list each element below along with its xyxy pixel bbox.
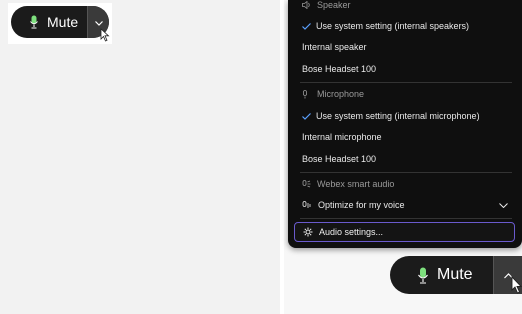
mute-control-large: Mute — [390, 256, 522, 294]
mouse-pointer-icon — [100, 28, 110, 47]
microphone-option-internal[interactable]: Internal microphone — [288, 128, 522, 146]
mouse-pointer-icon — [511, 275, 522, 299]
microphone-option-label: Internal microphone — [302, 132, 382, 142]
speaker-option-label: Bose Headset 100 — [302, 64, 377, 74]
smart-audio-header: Webex smart audio — [288, 176, 522, 192]
checkmark-icon — [302, 112, 316, 120]
optimize-label: Optimize for my voice — [318, 200, 405, 210]
speaker-header: Speaker — [288, 0, 522, 10]
speaker-header-label: Speaker — [317, 0, 351, 10]
microphone-option-label: Bose Headset 100 — [302, 154, 377, 164]
menu-separator — [300, 82, 512, 83]
audio-settings-button[interactable]: Audio settings... — [294, 222, 515, 242]
speaker-icon — [302, 1, 312, 9]
mute-label: Mute — [437, 266, 473, 283]
optimize-voice-dropdown[interactable]: Optimize for my voice — [288, 196, 522, 214]
mute-button[interactable]: Mute — [390, 256, 493, 294]
smart-audio-header-label: Webex smart audio — [317, 179, 395, 189]
voice-optimize-icon — [302, 200, 318, 210]
menu-separator — [300, 172, 512, 173]
microphone-icon — [302, 89, 312, 99]
microphone-option-label: Use system setting (internal microphone) — [316, 111, 480, 121]
microphone-icon — [418, 267, 428, 284]
microphone-header-label: Microphone — [317, 89, 365, 99]
smart-audio-icon — [302, 179, 312, 189]
speaker-option-bose[interactable]: Bose Headset 100 — [288, 60, 522, 78]
speaker-option-label: Internal speaker — [302, 42, 367, 52]
microphone-icon — [30, 15, 38, 29]
microphone-option-bose[interactable]: Bose Headset 100 — [288, 150, 522, 168]
microphone-option-system[interactable]: Use system setting (internal microphone) — [288, 107, 522, 125]
chevron-down-icon — [499, 200, 508, 210]
speaker-option-system[interactable]: Use system setting (internal speakers) — [288, 17, 522, 35]
mute-button[interactable]: Mute — [11, 6, 87, 38]
speaker-option-internal[interactable]: Internal speaker — [288, 38, 522, 56]
menu-separator — [300, 218, 512, 219]
checkmark-icon — [302, 22, 316, 30]
microphone-header: Microphone — [288, 86, 522, 102]
speaker-option-label: Use system setting (internal speakers) — [316, 21, 470, 31]
audio-settings-label: Audio settings... — [319, 227, 384, 237]
audio-options-menu: Speaker Use system setting (internal spe… — [288, 0, 522, 248]
mute-label: Mute — [47, 14, 79, 30]
left-panel — [0, 0, 280, 314]
gear-icon — [303, 227, 313, 237]
mute-control-small: Mute — [11, 6, 109, 38]
